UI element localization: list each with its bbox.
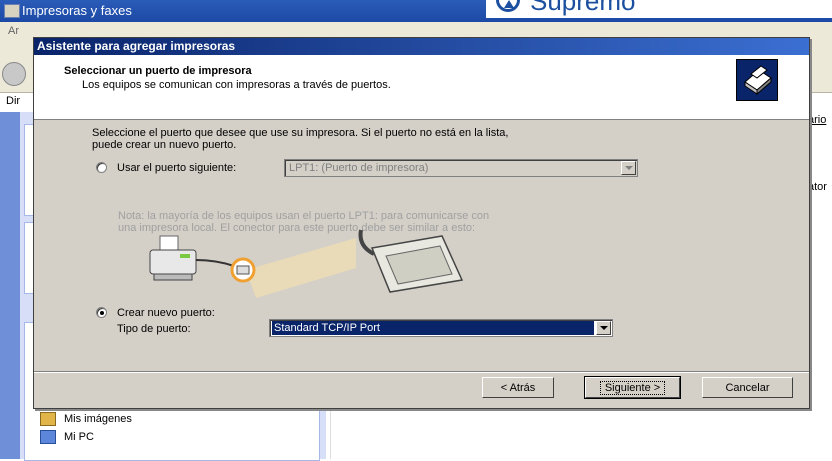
port-type-label: Tipo de puerto: [117, 323, 191, 335]
port-type-select[interactable]: Standard TCP/IP Port [269, 319, 613, 337]
intro-text-line1: Seleccione el puerto que desee que use s… [92, 127, 509, 139]
header-subtitle: Los equipos se comunican con impresoras … [82, 79, 391, 91]
parallel-port-illustration [149, 229, 464, 298]
back-button[interactable]: < Atrás [482, 377, 554, 398]
list-item-label: Mis imágenes [64, 413, 132, 425]
chevron-down-icon[interactable] [596, 321, 611, 335]
list-item-label: Mi PC [64, 431, 94, 443]
printer-wizard-icon [736, 59, 778, 101]
printers-folder-icon [4, 4, 20, 18]
existing-port-select[interactable]: LPT1: (Puerto de impresora) [284, 159, 638, 177]
parallel-connector-icon [358, 229, 464, 293]
task-pane-strip [0, 112, 20, 459]
add-printer-wizard-dialog: Asistente para agregar impresoras Selecc… [33, 37, 810, 409]
address-label: Dir [6, 95, 21, 107]
use-existing-port-label[interactable]: Usar el puerto siguiente: [117, 162, 236, 174]
next-button-label: Siguiente > [599, 381, 666, 395]
menu-fragment[interactable]: Ar [8, 25, 19, 37]
list-item-my-pictures[interactable]: Mis imágenes [40, 412, 132, 426]
pictures-folder-icon [40, 412, 56, 426]
column-header-fragment[interactable]: ario [808, 114, 826, 126]
supremo-banner: Supremo [486, 0, 832, 18]
computer-icon [40, 430, 56, 444]
use-existing-port-radio[interactable] [96, 162, 107, 173]
list-item-my-pc[interactable]: Mi PC [40, 430, 94, 444]
footer-divider [34, 371, 809, 373]
printer-icon [149, 235, 197, 281]
dialog-title: Asistente para agregar impresoras [34, 38, 809, 55]
intro-text-line2: puede crear un nuevo puerto. [92, 139, 237, 151]
next-button[interactable]: Siguiente > [584, 376, 681, 399]
cancel-button[interactable]: Cancelar [702, 377, 793, 398]
create-new-port-label[interactable]: Crear nuevo puerto: [117, 307, 215, 319]
header-title: Seleccionar un puerto de impresora [64, 65, 252, 77]
brand-name: Supremo [530, 0, 636, 16]
existing-port-value: LPT1: (Puerto de impresora) [289, 162, 429, 174]
chevron-down-icon[interactable] [621, 161, 636, 175]
create-new-port-radio[interactable] [96, 307, 107, 318]
item-label-fragment: ator [808, 181, 827, 193]
wizard-header: Seleccionar un puerto de impresora Los e… [34, 55, 809, 120]
port-type-value: Standard TCP/IP Port [272, 321, 594, 335]
background-window-title: Impresoras y faxes [22, 3, 132, 18]
supremo-logo-icon [496, 0, 520, 12]
back-arrow-icon[interactable] [2, 62, 26, 86]
